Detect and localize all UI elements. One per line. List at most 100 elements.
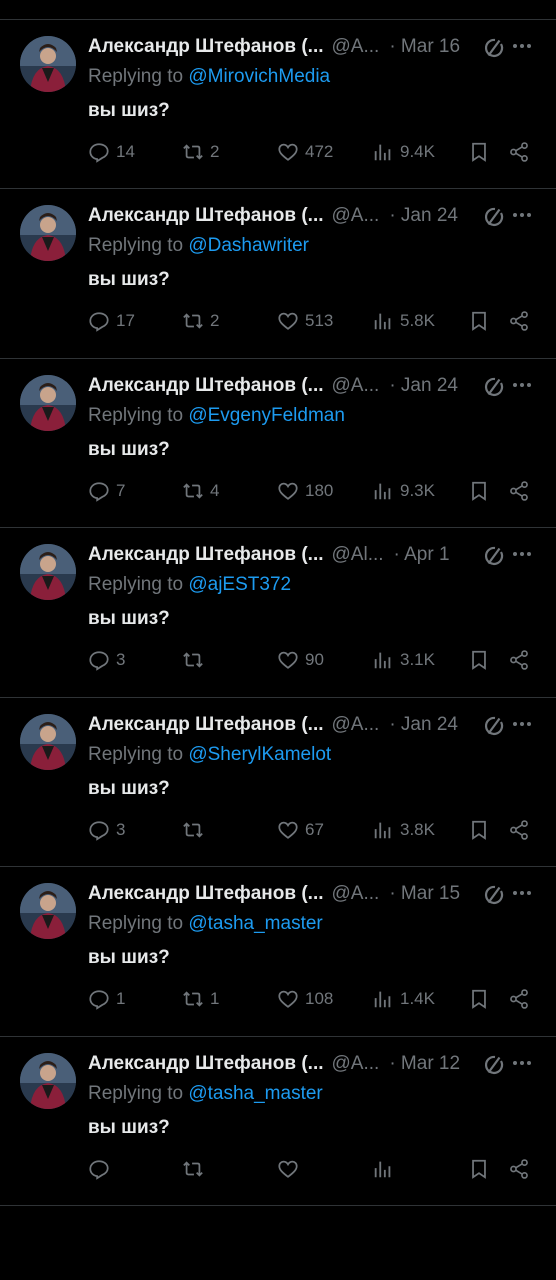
retweet-button[interactable]: [182, 816, 210, 844]
reply-button[interactable]: 17: [88, 307, 135, 335]
grok-icon[interactable]: [482, 883, 506, 907]
views-button[interactable]: 3.8K: [372, 816, 435, 844]
author-handle[interactable]: @A...: [332, 375, 380, 397]
like-button[interactable]: 108: [277, 985, 333, 1013]
mention-link[interactable]: @EvgenyFeldman: [188, 405, 345, 426]
avatar[interactable]: [20, 883, 76, 939]
more-icon[interactable]: [510, 34, 534, 58]
share-button[interactable]: [508, 138, 530, 166]
author-name[interactable]: Александр Штефанов (...: [88, 1053, 324, 1075]
author-name[interactable]: Александр Штефанов (...: [88, 205, 324, 227]
share-button[interactable]: [508, 985, 530, 1013]
bookmark-button[interactable]: [468, 138, 490, 166]
author-name[interactable]: Александр Штефанов (...: [88, 714, 324, 736]
grok-icon[interactable]: [482, 205, 506, 229]
like-button[interactable]: 472: [277, 138, 333, 166]
share-button[interactable]: [508, 477, 530, 505]
tweet[interactable]: Александр Штефано... · Dec 28, 2024 Repl…: [0, 0, 556, 20]
tweet[interactable]: Александр Штефанов (... @A... · Mar 15 R…: [0, 867, 556, 1037]
mention-link[interactable]: @ajEST372: [188, 574, 291, 595]
tweet[interactable]: Александр Штефанов (... @A... · Jan 24 R…: [0, 189, 556, 359]
share-button[interactable]: [508, 646, 530, 674]
reply-button[interactable]: 14: [88, 138, 135, 166]
tweet-date[interactable]: · Mar 16: [389, 36, 460, 58]
more-icon[interactable]: [510, 1051, 534, 1075]
grok-icon[interactable]: [482, 36, 506, 60]
share-button[interactable]: [508, 816, 530, 844]
author-name[interactable]: Александр Штефанов (...: [88, 883, 324, 905]
mention-link[interactable]: @tasha_master: [188, 913, 322, 934]
avatar[interactable]: [20, 205, 76, 261]
like-button[interactable]: 180: [277, 477, 333, 505]
more-icon[interactable]: [510, 542, 534, 566]
reply-button[interactable]: [88, 1155, 116, 1183]
tweet-date[interactable]: · Mar 12: [389, 1053, 460, 1075]
tweet[interactable]: Александр Штефанов (... @A... · Jan 24 R…: [0, 698, 556, 867]
avatar[interactable]: [20, 1052, 76, 1109]
more-icon[interactable]: [510, 203, 534, 227]
bookmark-button[interactable]: [468, 1155, 490, 1183]
avatar[interactable]: [20, 374, 76, 431]
bookmark-button[interactable]: [468, 477, 490, 505]
like-button[interactable]: 67: [277, 816, 324, 844]
author-handle[interactable]: @A...: [332, 714, 380, 736]
retweet-button[interactable]: 2: [182, 307, 219, 335]
reply-button[interactable]: 7: [88, 477, 125, 505]
author-name[interactable]: Александр Штефанов (...: [88, 36, 324, 58]
more-icon[interactable]: [510, 881, 534, 905]
author-handle[interactable]: @A...: [332, 883, 380, 905]
bookmark-button[interactable]: [468, 646, 490, 674]
retweet-button[interactable]: 1: [182, 985, 219, 1013]
share-button[interactable]: [508, 1155, 530, 1183]
grok-icon[interactable]: [482, 375, 506, 399]
retweet-button[interactable]: [182, 646, 210, 674]
views-button[interactable]: [372, 1155, 400, 1183]
avatar[interactable]: [20, 544, 76, 600]
author-handle[interactable]: @A...: [332, 205, 380, 227]
author-handle[interactable]: @A...: [332, 1053, 380, 1075]
tweet-date[interactable]: · Jan 24: [389, 375, 458, 397]
retweet-button[interactable]: [182, 1155, 210, 1183]
more-icon[interactable]: [510, 373, 534, 397]
tweet-date[interactable]: · Mar 15: [389, 883, 460, 905]
views-button[interactable]: 5.8K: [372, 307, 435, 335]
reply-button[interactable]: 3: [88, 816, 125, 844]
mention-link[interactable]: @MirovichMedia: [188, 66, 330, 87]
author-handle[interactable]: @A...: [332, 36, 380, 58]
tweet[interactable]: Александр Штефанов (... @A... · Mar 16 R…: [0, 20, 556, 189]
bookmark-button[interactable]: [468, 307, 490, 335]
tweet-date[interactable]: · Jan 24: [389, 714, 458, 736]
avatar[interactable]: [20, 713, 76, 770]
like-button[interactable]: 513: [277, 307, 333, 335]
avatar[interactable]: [20, 35, 76, 92]
views-button[interactable]: 3.1K: [372, 646, 435, 674]
views-button[interactable]: 9.3K: [372, 477, 435, 505]
author-name[interactable]: Александр Штефанов (...: [88, 544, 324, 566]
views-button[interactable]: 9.4K: [372, 138, 435, 166]
like-button[interactable]: [277, 1155, 305, 1183]
reply-button[interactable]: 3: [88, 646, 125, 674]
mention-link[interactable]: @Dashawriter: [188, 235, 309, 256]
views-button[interactable]: 1.4K: [372, 985, 435, 1013]
grok-icon[interactable]: [482, 714, 506, 738]
reply-button[interactable]: 1: [88, 985, 125, 1013]
retweet-button[interactable]: 2: [182, 138, 219, 166]
tweet-date[interactable]: · Jan 24: [389, 205, 458, 227]
bookmark-button[interactable]: [468, 816, 490, 844]
retweet-button[interactable]: 4: [182, 477, 219, 505]
tweet[interactable]: Александр Штефанов (... @A... · Mar 12 R…: [0, 1037, 556, 1206]
grok-icon[interactable]: [482, 544, 506, 568]
mention-link[interactable]: @tasha_master: [188, 1083, 322, 1104]
more-icon[interactable]: [510, 712, 534, 736]
mention-link[interactable]: @SherylKamelot: [188, 744, 331, 765]
grok-icon[interactable]: [482, 1053, 506, 1077]
share-button[interactable]: [508, 307, 530, 335]
bookmark-button[interactable]: [468, 985, 490, 1013]
reply-count: 14: [116, 141, 135, 161]
tweet[interactable]: Александр Штефанов (... @A... · Jan 24 R…: [0, 359, 556, 528]
tweet[interactable]: Александр Штефанов (... @Al... · Apr 1 R…: [0, 528, 556, 698]
author-name[interactable]: Александр Штефанов (...: [88, 375, 324, 397]
like-button[interactable]: 90: [277, 646, 324, 674]
tweet-date[interactable]: · Apr 1: [394, 544, 450, 566]
author-handle[interactable]: @Al...: [332, 544, 384, 566]
